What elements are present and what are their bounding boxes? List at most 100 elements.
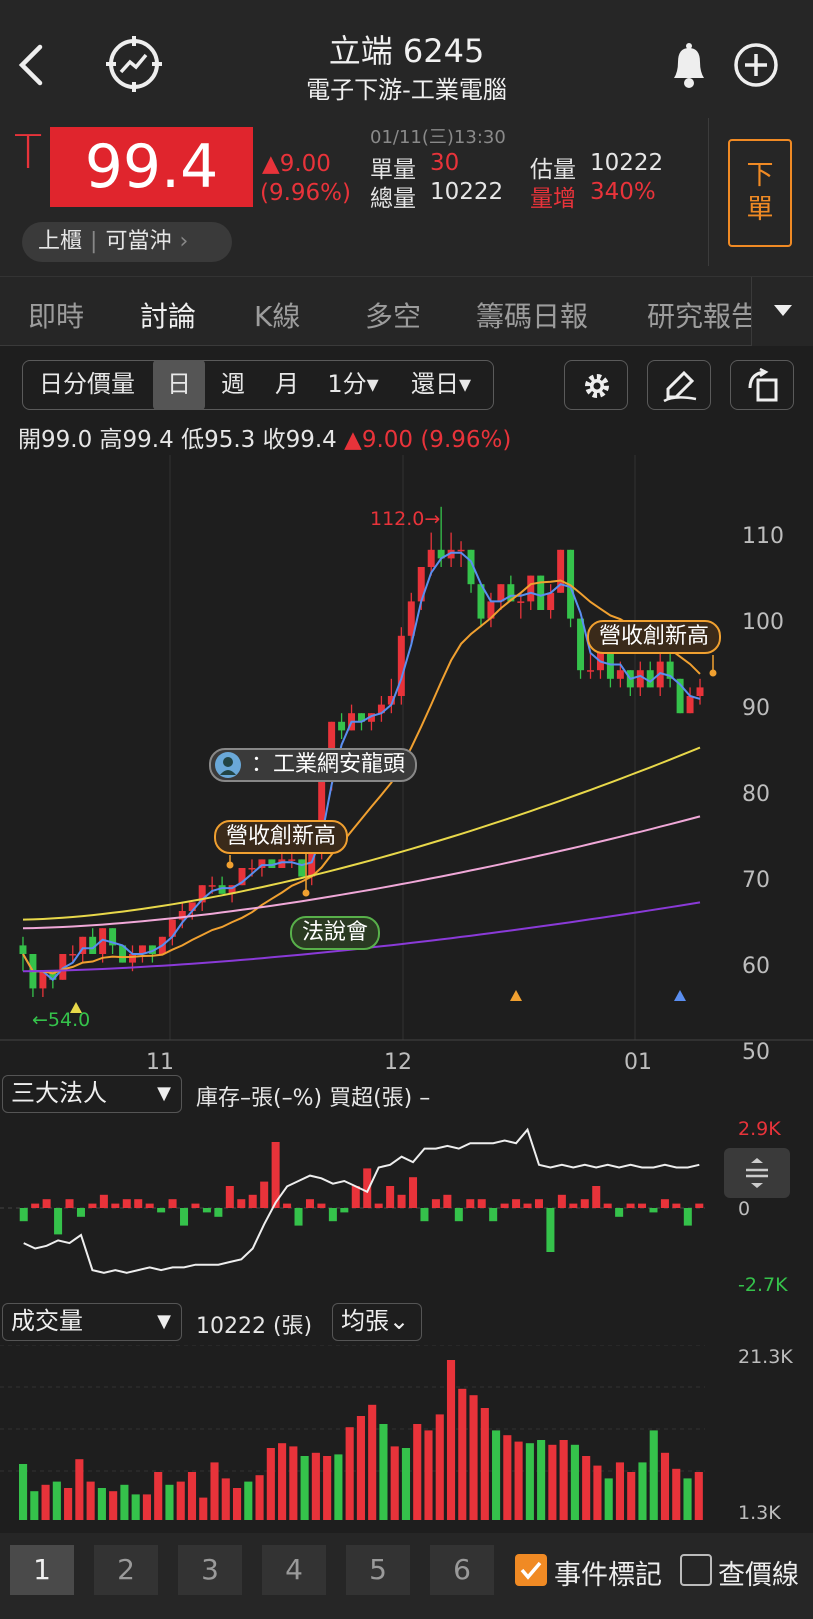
dropdown-icon[interactable] — [772, 299, 794, 321]
settings-button[interactable] — [564, 360, 628, 410]
order-button[interactable]: 下單 — [728, 139, 792, 247]
lookup-checkbox[interactable] — [680, 1554, 712, 1586]
candle-body — [427, 549, 435, 567]
inst-bar — [443, 1194, 452, 1208]
event-earnings-call[interactable]: 法說會 — [290, 916, 381, 950]
inst-bar — [477, 1199, 486, 1208]
inst-bar — [328, 1208, 337, 1222]
tab-discussion[interactable]: 討論 — [140, 295, 196, 335]
event-revenue-high-1[interactable]: 營收創新高 — [214, 820, 349, 854]
volume-selector[interactable]: 成交量 ▼ — [2, 1303, 182, 1341]
layout-page-3[interactable]: 3 — [178, 1545, 242, 1595]
check-icon — [520, 1561, 542, 1580]
header: 立端 6245 電子下游-工業電腦 T 99.4 ▲9.00 (9.96%) 0… — [0, 0, 813, 276]
layout-page-4[interactable]: 4 — [262, 1545, 326, 1595]
volume-bar — [401, 1448, 411, 1520]
inst-bar — [374, 1203, 383, 1208]
inst-bar — [31, 1203, 40, 1208]
mode-price-volume[interactable]: 日分價量 — [28, 360, 146, 410]
inst-bar — [626, 1203, 635, 1208]
restore-dropdown[interactable]: 還日▾ — [398, 360, 484, 410]
est-vol-value: 10222 — [590, 150, 664, 176]
avg-volume-dropdown[interactable]: 均張⌄ — [332, 1303, 422, 1341]
price-change-pct: (9.96%) — [260, 180, 352, 206]
layout-page-5[interactable]: 5 — [346, 1545, 410, 1595]
inst-ymid: 0 — [738, 1198, 751, 1220]
volume-bar — [97, 1488, 106, 1520]
volume-bar — [176, 1481, 185, 1520]
inst-bar — [225, 1186, 234, 1208]
rotate-button[interactable] — [730, 360, 794, 410]
volume-bar — [266, 1448, 275, 1520]
inst-bar — [546, 1208, 555, 1252]
layout-page-2[interactable]: 2 — [94, 1545, 158, 1595]
volume-bar — [221, 1478, 230, 1520]
tab-realtime[interactable]: 即時 — [28, 295, 84, 335]
quote-datetime: 01/11(三)13:30 — [370, 127, 506, 148]
pane-resize-handle[interactable] — [724, 1148, 790, 1198]
ohlc-close: 收99.4 — [262, 427, 337, 453]
add-watchlist-icon[interactable] — [733, 42, 779, 88]
market-tag[interactable]: 上櫃 | 可當沖 › — [22, 222, 232, 262]
inst-bar — [420, 1208, 429, 1222]
total-vol-value: 10222 — [430, 179, 504, 205]
inst-bar — [317, 1203, 326, 1208]
candle-body — [527, 575, 535, 602]
volume-bar — [469, 1395, 478, 1520]
draw-button[interactable] — [647, 360, 711, 410]
candle-body — [298, 859, 306, 877]
x-tick-11: 11 — [146, 1050, 174, 1075]
inst-info: 庫存–張(–%) 買超(張) – — [196, 1086, 431, 1111]
volume-bar — [232, 1488, 242, 1520]
event-revenue-high-2[interactable]: 營收創新高 — [587, 620, 722, 654]
volume-bar — [413, 1424, 422, 1520]
volume-bar — [424, 1430, 433, 1520]
discussion-tag[interactable]: ：工業網安龍頭 — [209, 748, 418, 782]
candle-body — [497, 584, 505, 602]
volume-bar — [559, 1440, 568, 1520]
inst-bar — [363, 1168, 372, 1208]
ohlc-open: 開99.0 — [18, 427, 93, 453]
tab-research[interactable]: 研究報告 — [647, 295, 751, 335]
inst-bar — [65, 1199, 74, 1208]
inst-selector[interactable]: 三大法人 ▼ — [2, 1075, 182, 1113]
candle-body — [457, 549, 465, 552]
volume-bar — [638, 1462, 647, 1520]
inst-bar — [672, 1203, 681, 1208]
tab-chip-report[interactable]: 籌碼日報 — [476, 295, 588, 335]
period-month[interactable]: 月 — [262, 360, 312, 410]
institutional-chart[interactable] — [0, 1118, 813, 1293]
inst-bar — [489, 1208, 498, 1222]
period-day[interactable]: 日 — [153, 360, 205, 410]
layout-page-6[interactable]: 6 — [430, 1545, 494, 1595]
bell-icon[interactable] — [664, 40, 714, 90]
period-minute[interactable]: 1分▾ — [318, 360, 388, 410]
volume-bar — [480, 1408, 489, 1520]
candle-body — [288, 859, 296, 861]
tab-kline[interactable]: K線 — [254, 295, 300, 335]
period-week[interactable]: 週 — [208, 360, 258, 410]
marker-triangle — [674, 990, 686, 1001]
volume-label: 成交量 — [11, 1307, 83, 1335]
volume-bar — [368, 1404, 377, 1520]
candle-body — [616, 670, 624, 679]
y-tick-80: 80 — [742, 782, 770, 807]
inst-bar — [122, 1199, 131, 1208]
order-label-2: 單 — [746, 194, 774, 225]
volume-bar — [109, 1491, 118, 1520]
inst-bar — [695, 1203, 704, 1208]
y-tick-50: 50 — [742, 1040, 770, 1065]
current-price: 99.4 — [50, 127, 253, 207]
volume-chart[interactable] — [0, 1345, 813, 1525]
volume-bar — [627, 1472, 636, 1520]
volume-bar — [503, 1435, 512, 1520]
ohlc-low: 低95.3 — [181, 427, 256, 453]
inst-label: 三大法人 — [11, 1079, 107, 1107]
total-vol-label: 總量 — [370, 186, 416, 212]
tab-longshort[interactable]: 多空 — [365, 295, 421, 335]
layout-page-1[interactable]: 1 — [10, 1545, 74, 1595]
inst-bar — [569, 1203, 578, 1208]
inst-bar — [180, 1208, 189, 1226]
inst-bar — [649, 1208, 658, 1213]
event-checkbox[interactable] — [515, 1554, 547, 1586]
